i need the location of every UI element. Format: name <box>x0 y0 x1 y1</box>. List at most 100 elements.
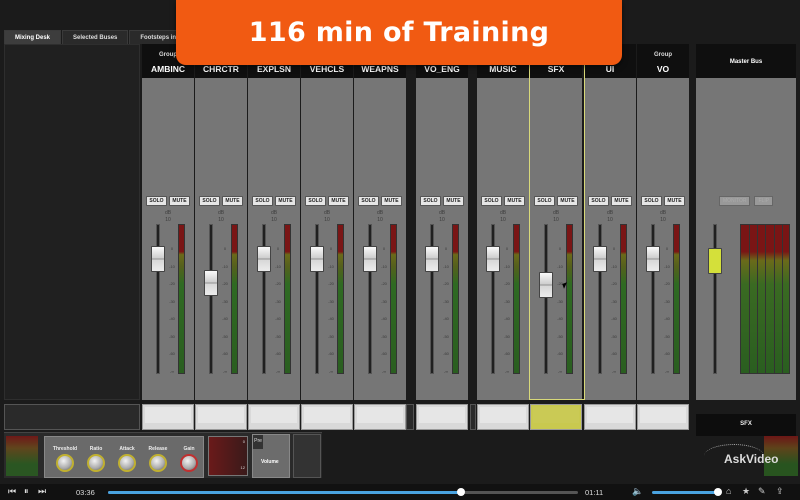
pre-tag[interactable]: Pre <box>253 435 263 449</box>
mute-button[interactable]: MUTE <box>611 196 632 206</box>
channel-name[interactable]: AMBINC <box>142 64 194 74</box>
scale-tick: -40 <box>222 316 228 321</box>
scale-tick: -30 <box>222 298 228 304</box>
strip-cell[interactable] <box>477 404 529 430</box>
strip-cell[interactable] <box>248 404 300 430</box>
flip-button[interactable]: FLIP <box>754 196 774 206</box>
mute-button[interactable]: MUTE <box>504 196 525 206</box>
fader-knob[interactable] <box>257 245 271 272</box>
volume-handle[interactable] <box>714 488 722 496</box>
strip-cell[interactable] <box>416 404 468 430</box>
scale-tick: 0 <box>170 246 174 251</box>
db-label: dB <box>659 210 667 216</box>
channel-name[interactable]: VO_ENG <box>416 64 468 74</box>
gain-knob[interactable]: Gain <box>174 446 204 472</box>
fast-forward-icon[interactable]: ⏭ <box>38 486 46 497</box>
channel-name[interactable]: EXPLSN <box>248 64 300 74</box>
scale-tick: -20 <box>381 281 387 286</box>
fader-knob[interactable] <box>204 269 218 296</box>
channel-name[interactable]: VO <box>637 64 689 74</box>
scale-tick: -10 <box>169 263 175 269</box>
strip-cell[interactable] <box>530 404 582 430</box>
channel-name[interactable]: SFX <box>530 64 582 74</box>
attack-knob[interactable]: Attack <box>112 446 142 472</box>
release-knob[interactable]: Release <box>143 446 173 472</box>
strip-cell[interactable] <box>637 404 689 430</box>
channel-name[interactable]: CHRCTR <box>195 64 247 74</box>
rewind-icon[interactable]: ⏮ <box>8 486 16 497</box>
fader-knob[interactable] <box>486 245 500 272</box>
banner-text: 116 min of Training <box>248 17 550 48</box>
fader-knob[interactable] <box>151 245 165 272</box>
strip-cell[interactable] <box>354 404 406 430</box>
scale-tick: -60 <box>504 351 510 356</box>
scale-tick: 0 <box>558 246 562 251</box>
mute-button[interactable]: MUTE <box>381 196 402 206</box>
strip-cell[interactable] <box>195 404 247 430</box>
scale-tick: -20 <box>169 281 175 286</box>
volume-slider[interactable] <box>652 488 722 496</box>
solo-button[interactable]: SOLO <box>534 196 555 206</box>
askvideo-logo: AskVideo <box>704 444 778 466</box>
mute-button[interactable]: MUTE <box>557 196 578 206</box>
fader-knob[interactable] <box>646 245 660 272</box>
scale-tick: -∞ <box>504 368 510 374</box>
scale-tick: 0 <box>444 246 448 251</box>
fader-knob[interactable] <box>539 272 553 298</box>
mute-button[interactable]: MUTE <box>328 196 349 206</box>
home-icon[interactable]: ⌂ <box>726 486 731 496</box>
fader-knob[interactable] <box>593 245 607 272</box>
pause-icon[interactable]: ⏸ <box>24 486 29 497</box>
solo-button[interactable]: SOLO <box>146 196 167 206</box>
channel-name[interactable]: UI <box>584 64 636 74</box>
channel-name[interactable]: VEHCLS <box>301 64 353 74</box>
solo-button[interactable]: SOLO <box>641 196 662 206</box>
channel-name[interactable]: MUSIC <box>477 64 529 74</box>
mute-button[interactable]: MUTE <box>664 196 685 206</box>
fader-track[interactable] <box>544 224 548 374</box>
progress-bar[interactable] <box>108 488 578 496</box>
star-icon[interactable]: ★ <box>742 486 750 497</box>
monitor-button[interactable]: MONITOR <box>718 196 751 206</box>
master-fader-knob[interactable] <box>708 248 722 274</box>
share-icon[interactable]: ⇪ <box>776 486 784 497</box>
scale-tick: -50 <box>275 333 281 339</box>
fader-knob[interactable] <box>425 245 439 272</box>
mute-button[interactable]: MUTE <box>222 196 243 206</box>
level-meter <box>390 224 397 374</box>
threshold-knob[interactable]: Threshold <box>50 446 80 472</box>
scale-tick: -30 <box>557 298 563 304</box>
solo-button[interactable]: SOLO <box>305 196 326 206</box>
db-top-mark: 10 <box>553 217 559 223</box>
scale-tick: -60 <box>169 351 175 356</box>
solo-button[interactable]: SOLO <box>420 196 441 206</box>
master-fader-track[interactable] <box>713 224 717 374</box>
solo-button[interactable]: SOLO <box>481 196 502 206</box>
channel-strip: UI SOLO MUTE dB 10 0 -10 -20 -30 -40 -50 -60 -∞ <box>584 44 636 400</box>
channel-name[interactable]: WEAPNS <box>354 64 406 74</box>
progress-handle[interactable] <box>456 488 465 496</box>
solo-button[interactable]: SOLO <box>199 196 220 206</box>
fader-track[interactable] <box>209 224 213 374</box>
solo-button[interactable]: SOLO <box>358 196 379 206</box>
level-meter <box>513 224 520 374</box>
mute-button[interactable]: MUTE <box>169 196 190 206</box>
tab-selected-buses[interactable]: Selected Buses <box>62 30 129 44</box>
empty-effect-slot[interactable] <box>293 434 321 478</box>
ratio-knob[interactable]: Ratio <box>81 446 111 472</box>
solo-button[interactable]: SOLO <box>588 196 609 206</box>
strip-cell[interactable] <box>301 404 353 430</box>
strip-cell[interactable] <box>142 404 194 430</box>
edit-icon[interactable]: ✎ <box>758 486 766 497</box>
tab-mixing-desk[interactable]: Mixing Desk <box>4 30 62 44</box>
volume-icon[interactable]: 🔈 <box>632 486 643 497</box>
solo-button[interactable]: SOLO <box>252 196 273 206</box>
level-meter <box>673 224 680 374</box>
master-bus-label: Master Bus <box>729 59 763 65</box>
fader-knob[interactable] <box>363 245 377 272</box>
mute-button[interactable]: MUTE <box>443 196 464 206</box>
strip-cell[interactable] <box>584 404 636 430</box>
mute-button[interactable]: MUTE <box>275 196 296 206</box>
master-bus-strip: Master Bus MONITOR FLIP <box>696 44 796 400</box>
fader-knob[interactable] <box>310 245 324 272</box>
